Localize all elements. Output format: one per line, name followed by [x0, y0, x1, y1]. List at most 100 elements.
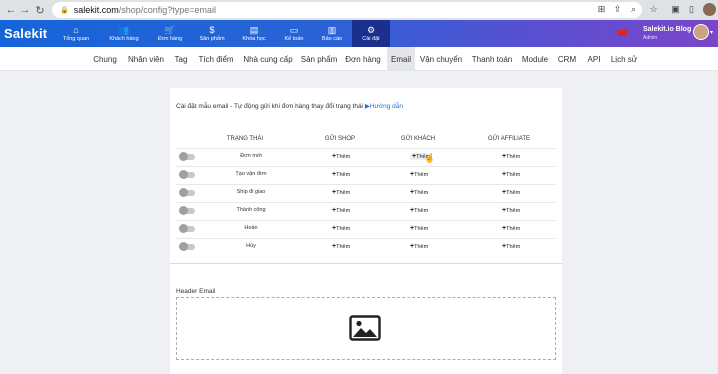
nav-san-pham[interactable]: $ Sản phẩm	[192, 20, 232, 47]
add-affiliate-email-button[interactable]: +Thêm	[502, 189, 520, 196]
extensions-icon[interactable]: ▣	[670, 4, 681, 15]
tab-thanh-toan[interactable]: Thanh toán	[468, 47, 516, 71]
add-label: Thêm	[336, 244, 351, 250]
user-role: Admin	[643, 35, 658, 41]
app-header: Salekit ⌂ Tổng quan 👥 Khách hàng 🛒 Đơn h…	[0, 20, 718, 47]
status-name: Hủy	[246, 243, 256, 249]
bookmark-star-icon[interactable]: ☆	[648, 4, 659, 15]
nav-don-hang[interactable]: 🛒 Đơn hàng	[150, 20, 190, 47]
add-shop-email-button[interactable]: +Thêm	[332, 225, 350, 232]
add-label: Thêm	[336, 226, 351, 232]
profile-avatar[interactable]	[703, 3, 716, 16]
tab-lich-su[interactable]: Lịch sử	[608, 47, 640, 71]
tab-api[interactable]: API	[584, 47, 604, 71]
add-label: Thêm	[506, 154, 521, 160]
section-divider	[170, 263, 562, 264]
tab-crm[interactable]: CRM	[556, 47, 578, 71]
toggle-knob	[179, 170, 188, 179]
tab-chung[interactable]: Chung	[88, 47, 122, 71]
nav-cai-dat[interactable]: ⚙ Cài đặt	[352, 20, 390, 47]
hand-cursor-icon: ☝	[424, 153, 436, 163]
nav-label: Khóa học	[242, 35, 266, 42]
add-customer-email-button[interactable]: +Thêm	[410, 171, 428, 178]
add-affiliate-email-button[interactable]: +Thêm	[502, 243, 520, 250]
nav-label: Đơn hàng	[157, 35, 183, 42]
status-name: Hoàn	[244, 225, 258, 231]
header-email-label: Header Email	[176, 288, 216, 295]
status-toggle[interactable]	[179, 152, 195, 161]
tab-tag[interactable]: Tag	[170, 47, 192, 71]
status-toggle[interactable]	[179, 170, 195, 179]
add-shop-email-button[interactable]: +Thêm	[332, 153, 350, 160]
add-customer-email-button[interactable]: +Thêm	[410, 225, 428, 232]
dollar-icon: $	[209, 24, 215, 35]
toggle-knob	[179, 224, 188, 233]
tab-email[interactable]: Email	[387, 47, 415, 71]
email-config-description: Cài đặt mẫu email - Tự động gửi khi đơn …	[176, 103, 416, 111]
table-row: Hoàn +Thêm +Thêm +Thêm	[176, 220, 556, 238]
add-label: Thêm	[506, 244, 521, 250]
nav-label: Báo cáo	[321, 35, 343, 42]
add-label: Thêm	[506, 208, 521, 214]
translate-icon[interactable]: ⊞	[596, 4, 607, 15]
user-avatar[interactable]	[693, 24, 709, 40]
add-shop-email-button[interactable]: +Thêm	[332, 243, 350, 250]
add-label: Thêm	[336, 208, 351, 214]
forward-icon[interactable]: →	[18, 3, 32, 17]
status-toggle[interactable]	[179, 242, 195, 251]
guide-link-label[interactable]: Hướng dẫn	[370, 103, 403, 110]
tab-module[interactable]: Module	[519, 47, 551, 71]
chart-icon: ▥	[327, 24, 337, 35]
sidepanel-icon[interactable]: ▯	[686, 4, 697, 15]
tab-nhan-vien[interactable]: Nhân viên	[124, 47, 168, 71]
nav-ke-toan[interactable]: ▭ Kế toán	[274, 20, 314, 47]
nav-label: Sản phẩm	[199, 35, 225, 42]
table-row: Ship đi giao +Thêm +Thêm +Thêm	[176, 184, 556, 202]
chevron-down-icon[interactable]: ▾	[710, 29, 713, 36]
share-icon[interactable]: ⇪	[612, 4, 623, 15]
add-affiliate-email-button[interactable]: +Thêm	[502, 225, 520, 232]
user-name[interactable]: Salekit.io Blog	[643, 26, 691, 33]
wallet-icon: ▭	[289, 24, 299, 35]
zoom-icon[interactable]: ⌕	[628, 4, 639, 15]
back-icon[interactable]: ←	[4, 3, 18, 17]
add-label: Thêm	[414, 172, 429, 178]
add-affiliate-email-button[interactable]: +Thêm	[502, 171, 520, 178]
add-label: Thêm	[414, 190, 429, 196]
add-label: Thêm	[506, 190, 521, 196]
app-logo[interactable]: Salekit	[4, 26, 47, 41]
nav-bao-cao[interactable]: ▥ Báo cáo	[312, 20, 352, 47]
reload-icon[interactable]: ↻	[33, 3, 47, 17]
nav-khoa-hoc[interactable]: ▤ Khóa học	[234, 20, 274, 47]
add-label: Thêm	[336, 190, 351, 196]
status-name: Đơn mới	[240, 153, 262, 159]
tab-don-hang[interactable]: Đơn hàng	[342, 47, 384, 71]
status-toggle[interactable]	[179, 188, 195, 197]
add-customer-email-button[interactable]: +Thêm	[410, 189, 428, 196]
status-toggle[interactable]	[179, 206, 195, 215]
table-row: Thành công +Thêm +Thêm +Thêm	[176, 202, 556, 220]
add-shop-email-button[interactable]: +Thêm	[332, 171, 350, 178]
tab-van-chuyen[interactable]: Vận chuyển	[418, 47, 464, 71]
add-customer-email-button[interactable]: +Thêm	[410, 243, 428, 250]
table-row: Hủy +Thêm +Thêm +Thêm	[176, 238, 556, 256]
nav-tong-quan[interactable]: ⌂ Tổng quan	[56, 20, 96, 47]
col-header-send-customer: GỬI KHÁCH	[400, 136, 436, 142]
table-row: Đơn mới +Thêm +Thêm +Thêm ☝	[176, 148, 556, 166]
nav-khach-hang[interactable]: 👥 Khách hàng	[104, 20, 144, 47]
guide-link[interactable]: ▶Hướng dẫn	[365, 103, 403, 110]
address-bar[interactable]: 🔒 salekit.com/shop/config?type=email	[52, 2, 642, 18]
tab-tich-diem[interactable]: Tích điểm	[195, 47, 237, 71]
tab-san-pham[interactable]: Sản phẩm	[298, 47, 340, 71]
add-shop-email-button[interactable]: +Thêm	[332, 207, 350, 214]
vietnam-flag-icon[interactable]	[618, 30, 627, 36]
add-shop-email-button[interactable]: +Thêm	[332, 189, 350, 196]
tab-nha-cung-cap[interactable]: Nhà cung cấp	[240, 47, 296, 71]
status-toggle[interactable]	[179, 224, 195, 233]
config-tabbar: Chung Nhân viên Tag Tích điểm Nhà cung c…	[0, 47, 718, 71]
add-customer-email-button[interactable]: +Thêm	[410, 207, 428, 214]
add-affiliate-email-button[interactable]: +Thêm	[502, 207, 520, 214]
col-header-send-shop: GỬI SHOP	[324, 136, 356, 142]
header-email-upload-zone[interactable]	[176, 297, 556, 360]
add-affiliate-email-button[interactable]: +Thêm	[502, 153, 520, 160]
